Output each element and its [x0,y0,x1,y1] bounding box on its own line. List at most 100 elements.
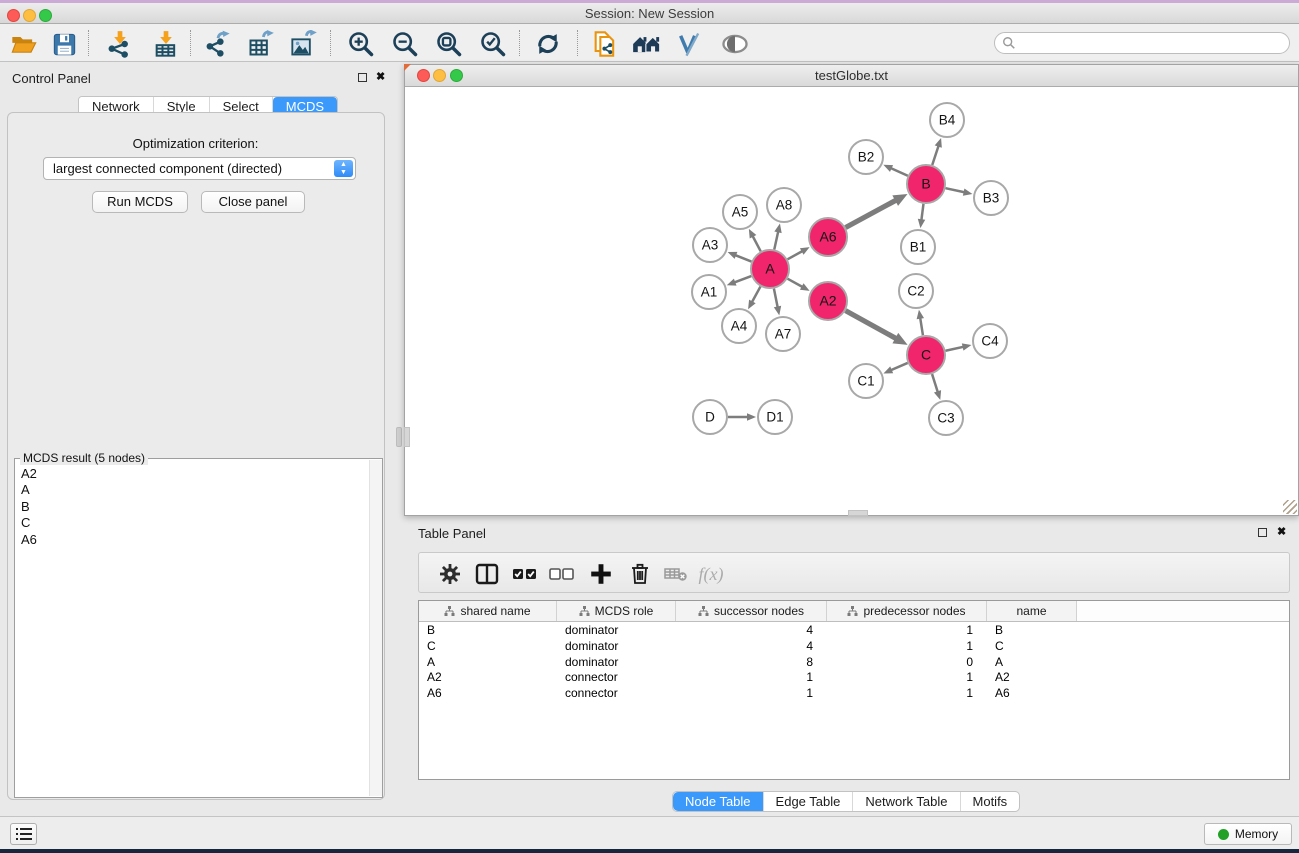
export-table-icon[interactable] [245,28,277,60]
function-builder-icon[interactable]: f(x) [695,558,727,590]
zoom-in-icon[interactable] [345,28,377,60]
tab-network-table[interactable]: Network Table [853,792,960,811]
edge-A-A1[interactable] [733,276,751,283]
tab-edge-table[interactable]: Edge Table [764,792,854,811]
edge-B-B2[interactable] [890,168,908,176]
node-C[interactable]: C [907,336,945,374]
refresh-icon[interactable] [532,28,564,60]
tab-motifs[interactable]: Motifs [961,792,1020,811]
node-C3[interactable]: C3 [929,401,963,435]
node-C2[interactable]: C2 [899,274,933,308]
task-history-button[interactable] [10,823,37,845]
node-A8[interactable]: A8 [767,188,801,222]
zoom-out-icon[interactable] [389,28,421,60]
memory-button[interactable]: Memory [1204,823,1292,845]
close-traffic-light[interactable] [7,9,20,22]
delete-column-trash-icon[interactable] [624,558,656,590]
close-panel-icon[interactable]: ✖ [376,70,385,83]
edge-C-C4[interactable] [946,347,965,351]
export-network-icon[interactable] [202,28,234,60]
node-D1[interactable]: D1 [758,400,792,434]
column-header-MCDS-role[interactable]: MCDS role [557,601,676,621]
mcds-result-list[interactable]: A2ABCA6 [15,463,370,797]
edge-A-A2[interactable] [788,279,804,288]
node-table[interactable]: shared nameMCDS rolesuccessor nodesprede… [418,600,1290,780]
open-session-icon[interactable] [8,28,40,60]
node-A3[interactable]: A3 [693,228,727,262]
edge-A-A4[interactable] [751,287,760,304]
import-table-icon[interactable] [150,28,182,60]
column-header-successor-nodes[interactable]: successor nodes [676,601,827,621]
mcds-result-item[interactable]: C [21,515,370,531]
node-A[interactable]: A [751,250,789,288]
table-row[interactable]: Cdominator41C [419,638,1289,654]
tab-node-table[interactable]: Node Table [673,792,764,811]
zoom-traffic-light[interactable] [39,9,52,22]
edge-A6-B[interactable] [846,200,897,228]
network-resize-grip[interactable] [1283,500,1297,514]
save-session-icon[interactable] [48,28,80,60]
graphics-details-icon[interactable] [674,28,706,60]
float-table-panel-icon[interactable] [1258,528,1267,537]
network-minimize-traffic-light[interactable] [433,69,446,82]
network-close-traffic-light[interactable] [417,69,430,82]
deselect-all-rows-icon[interactable] [546,558,578,590]
edge-A2-C[interactable] [846,311,898,339]
column-header-predecessor-nodes[interactable]: predecessor nodes [827,601,987,621]
node-A6[interactable]: A6 [809,218,847,256]
select-all-rows-icon[interactable] [509,558,541,590]
node-C4[interactable]: C4 [973,324,1007,358]
minimize-traffic-light[interactable] [23,9,36,22]
mcds-result-item[interactable]: B [21,499,370,515]
edge-A-A6[interactable] [788,251,804,260]
delete-table-icon[interactable] [660,558,692,590]
run-mcds-button[interactable]: Run MCDS [92,191,188,213]
edge-C-C3[interactable] [932,374,938,393]
node-A5[interactable]: A5 [723,195,757,229]
column-header-name[interactable]: name [987,601,1077,621]
mcds-result-item[interactable]: A [21,482,370,498]
edge-A-A5[interactable] [752,235,761,251]
table-row[interactable]: Adominator80A [419,654,1289,670]
node-A4[interactable]: A4 [722,309,756,343]
add-column-icon[interactable] [585,558,617,590]
search-field[interactable] [994,32,1290,54]
edge-C-C1[interactable] [890,363,908,371]
edge-B-B4[interactable] [932,145,939,165]
table-row[interactable]: A6connector11A6 [419,685,1289,701]
table-row[interactable]: Bdominator41B [419,622,1289,638]
eye-icon[interactable] [719,28,751,60]
node-A2[interactable]: A2 [809,282,847,320]
search-input[interactable] [1016,36,1289,50]
network-left-scroll-handle[interactable] [404,427,410,447]
network-zoom-traffic-light[interactable] [450,69,463,82]
edge-A-A7[interactable] [774,289,778,309]
table-settings-gear-icon[interactable] [434,558,466,590]
node-B3[interactable]: B3 [974,181,1008,215]
edge-B-B3[interactable] [946,188,966,192]
node-B[interactable]: B [907,165,945,203]
float-panel-icon[interactable] [358,73,367,82]
node-D[interactable]: D [693,400,727,434]
node-B2[interactable]: B2 [849,140,883,174]
node-C1[interactable]: C1 [849,364,883,398]
node-A7[interactable]: A7 [766,317,800,351]
copy-network-icon[interactable] [589,28,621,60]
network-bottom-scroll-handle[interactable] [848,510,868,516]
edge-B-B1[interactable] [921,204,923,221]
network-canvas[interactable]: B4B2BB3A8A5A6A3B1AA1C2A2A4A7C4CC1C3DD1 [405,87,1298,515]
column-header-shared-name[interactable]: shared name [419,601,557,621]
node-A1[interactable]: A1 [692,275,726,309]
close-panel-button[interactable]: Close panel [201,191,305,213]
table-row[interactable]: A2connector11A2 [419,669,1289,685]
show-columns-icon[interactable] [471,558,503,590]
edge-A-A3[interactable] [734,255,751,262]
export-image-icon[interactable] [288,28,320,60]
first-neighbors-icon[interactable] [631,28,663,60]
edge-C-C2[interactable] [920,317,923,336]
zoom-selected-icon[interactable] [477,28,509,60]
edge-A-A8[interactable] [774,230,778,249]
criterion-dropdown[interactable]: largest connected component (directed) ▲… [43,157,356,180]
close-table-panel-icon[interactable]: ✖ [1277,525,1286,538]
zoom-fit-icon[interactable] [433,28,465,60]
